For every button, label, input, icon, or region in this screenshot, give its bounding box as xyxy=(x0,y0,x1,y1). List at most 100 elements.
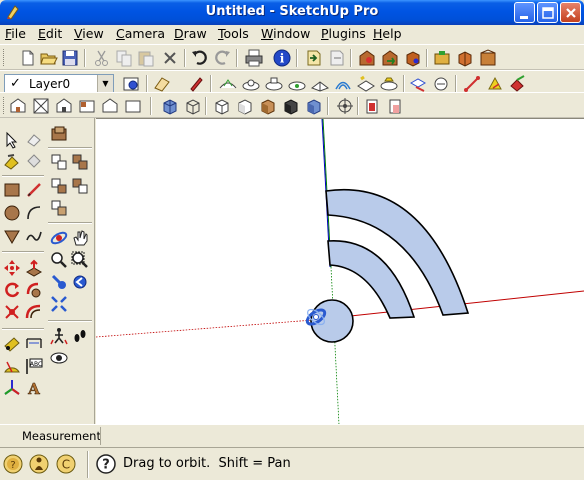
menu-help[interactable]: Help xyxy=(373,26,402,42)
push-pull-icon[interactable] xyxy=(24,258,44,278)
intersect-icon[interactable] xyxy=(70,176,90,196)
help-icon[interactable]: ? xyxy=(95,453,117,475)
print-icon[interactable] xyxy=(244,48,264,68)
circle-icon[interactable] xyxy=(2,203,22,223)
style-hidden-line-icon[interactable] xyxy=(212,96,232,116)
paint-bucket-icon[interactable] xyxy=(24,151,44,171)
line-icon[interactable] xyxy=(24,180,44,200)
sandbox-add-detail-icon[interactable] xyxy=(287,74,307,94)
solid-union-icon[interactable] xyxy=(379,74,399,94)
protractor-icon[interactable] xyxy=(2,356,22,376)
zoom-window-icon[interactable] xyxy=(70,250,90,270)
credits-icon[interactable] xyxy=(28,453,50,475)
rectangle-icon[interactable] xyxy=(2,180,22,200)
section-plane-small-icon[interactable] xyxy=(49,124,69,144)
3d-text-icon[interactable]: A xyxy=(24,378,44,398)
zoom-icon[interactable] xyxy=(49,250,69,270)
warehouse-get-icon[interactable] xyxy=(357,48,377,68)
extension-icon[interactable] xyxy=(432,48,452,68)
model-info-icon[interactable]: i xyxy=(272,48,292,68)
model-viewport[interactable] xyxy=(95,118,584,426)
walk-icon[interactable] xyxy=(49,326,69,346)
polygon-icon[interactable] xyxy=(2,226,22,246)
solid-trim-icon[interactable] xyxy=(431,74,451,94)
view-iso-icon[interactable] xyxy=(8,96,28,116)
solid-split-icon[interactable] xyxy=(462,74,482,94)
paste-icon[interactable] xyxy=(136,48,156,68)
copy-icon[interactable] xyxy=(114,48,134,68)
model-canvas[interactable] xyxy=(95,118,584,426)
title-bar[interactable]: Untitled - SketchUp Pro xyxy=(0,0,584,25)
section-display-icon[interactable] xyxy=(335,96,355,116)
scale-icon[interactable] xyxy=(2,302,22,322)
style-shaded-icon[interactable] xyxy=(235,96,255,116)
view-top-icon[interactable] xyxy=(31,96,51,116)
select-icon[interactable] xyxy=(2,130,22,150)
redo-icon[interactable] xyxy=(212,48,232,68)
move-icon[interactable] xyxy=(2,258,22,278)
menu-tools[interactable]: Tools xyxy=(218,26,249,42)
cut-icon[interactable] xyxy=(92,48,112,68)
outliner-icon[interactable] xyxy=(49,152,69,172)
style-textured-icon[interactable] xyxy=(258,96,278,116)
view-right-icon[interactable] xyxy=(77,96,97,116)
solid-outer-shell-icon[interactable] xyxy=(485,74,505,94)
3d-icon[interactable] xyxy=(455,48,475,68)
make-component-icon[interactable] xyxy=(2,151,22,171)
sandbox-smoove-icon[interactable] xyxy=(218,74,238,94)
offset-icon[interactable] xyxy=(24,302,44,322)
menu-file[interactable]: File xyxy=(5,26,26,42)
section-plane-icon[interactable] xyxy=(152,74,172,94)
save-icon[interactable] xyxy=(60,48,80,68)
open-icon[interactable] xyxy=(39,48,59,68)
sandbox-drape-icon[interactable] xyxy=(264,74,284,94)
style-xray-icon[interactable] xyxy=(160,96,180,116)
geo-location-icon[interactable]: ? xyxy=(2,453,24,475)
freehand-icon[interactable] xyxy=(24,226,44,246)
erase-icon[interactable] xyxy=(160,48,180,68)
menu-view[interactable]: View xyxy=(74,26,104,42)
sandbox-from-scratch-icon[interactable] xyxy=(356,74,376,94)
solid-subtract-icon[interactable] xyxy=(408,74,428,94)
export-icon[interactable] xyxy=(327,48,347,68)
style-colored-icon[interactable] xyxy=(304,96,324,116)
rotate-icon[interactable] xyxy=(2,280,22,300)
section-cut-icon[interactable] xyxy=(385,96,405,116)
previous-view-icon[interactable] xyxy=(70,272,90,292)
sandbox-flip-edge-icon[interactable] xyxy=(310,74,330,94)
minimize-button[interactable] xyxy=(514,2,535,23)
sandbox-stamp-icon[interactable] xyxy=(241,74,261,94)
new-icon[interactable] xyxy=(18,48,38,68)
warehouse-icon[interactable] xyxy=(478,48,498,68)
look-around-icon[interactable] xyxy=(49,348,69,368)
position-camera-icon[interactable] xyxy=(49,294,69,314)
menu-window[interactable]: Window xyxy=(261,26,310,42)
layer-dropdown[interactable]: ✓ Layer0 ▼ xyxy=(4,74,114,93)
paint-icon[interactable] xyxy=(186,74,206,94)
orbit-icon[interactable] xyxy=(49,228,69,248)
warehouse-share-icon[interactable] xyxy=(380,48,400,68)
tape-measure-icon[interactable] xyxy=(2,334,22,354)
menu-edit[interactable]: Edit xyxy=(38,26,62,42)
sandbox-from-contours-icon[interactable] xyxy=(333,74,353,94)
menu-plugins[interactable]: Plugins xyxy=(321,26,366,42)
close-button[interactable] xyxy=(560,2,581,23)
user-icon[interactable]: C xyxy=(55,453,77,475)
dimension-icon[interactable] xyxy=(24,334,44,354)
toolbar-grip[interactable] xyxy=(3,97,6,114)
arc-icon[interactable] xyxy=(24,203,44,223)
solid-intersect-icon[interactable] xyxy=(508,74,528,94)
view-back-icon[interactable] xyxy=(100,96,120,116)
component-icon[interactable] xyxy=(403,48,423,68)
text-icon[interactable]: ABC xyxy=(24,356,44,376)
import-icon[interactable] xyxy=(304,48,324,68)
undo-icon[interactable] xyxy=(190,48,210,68)
axes-icon[interactable] xyxy=(2,378,22,398)
footprints-icon[interactable] xyxy=(70,326,90,346)
group-icon[interactable] xyxy=(49,176,69,196)
section-fill-icon[interactable] xyxy=(362,96,382,116)
measurements-input[interactable] xyxy=(100,427,580,445)
menu-draw[interactable]: Draw xyxy=(174,26,207,42)
zoom-extents-icon[interactable] xyxy=(49,272,69,292)
maximize-button[interactable] xyxy=(537,2,558,23)
